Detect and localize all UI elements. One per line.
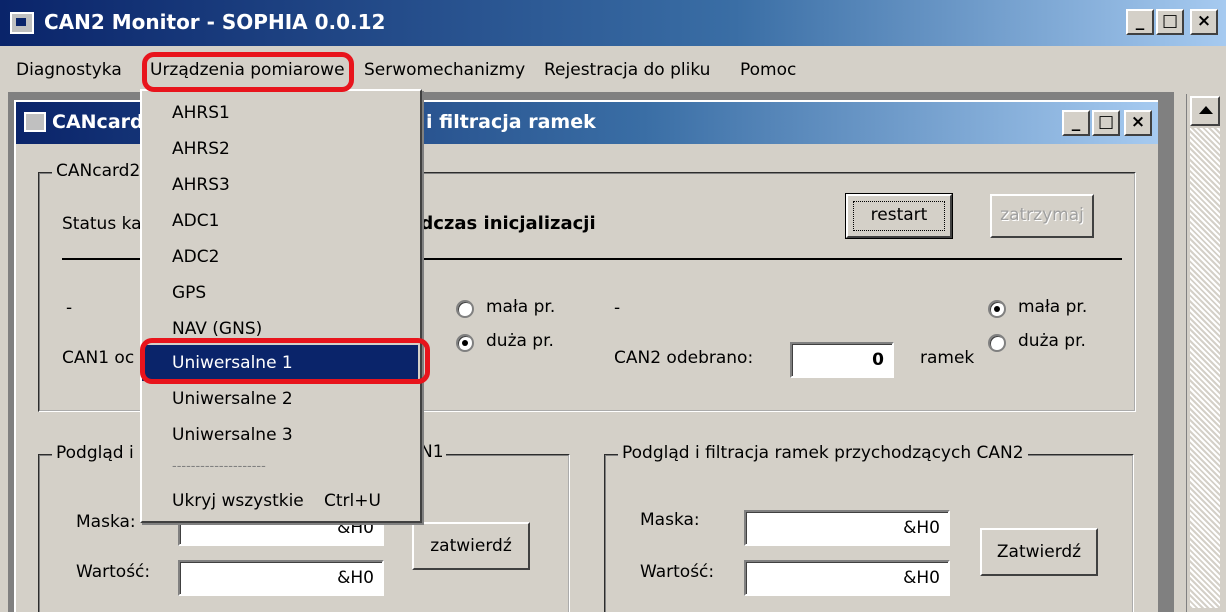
highlight-ring-menu [142,52,354,92]
can2-dash: - [614,298,621,318]
value-input[interactable]: &H0 [178,560,384,596]
child-minimize-button[interactable]: _ [1062,110,1090,136]
menu-item-adc1[interactable]: ADC1 [142,203,418,239]
cancard-group-label: CANcard2 [52,161,145,181]
menu-item-ahrs3[interactable]: AHRS3 [142,167,418,203]
vertical-scrollbar[interactable] [1186,94,1222,612]
confirm-can1-button[interactable]: zatwierdź [412,522,530,570]
can2-radio-large[interactable] [988,334,1006,352]
value2-input[interactable]: &H0 [744,560,950,596]
minimize-button[interactable]: _ [1126,9,1154,35]
value-label: Wartość: [76,562,151,582]
menu-item-hide-all[interactable]: Ukryj wszystkie Ctrl+U [142,483,418,519]
can1-dash: - [66,298,73,318]
window-title: CAN2 Monitor - SOPHIA 0.0.12 [44,10,386,34]
can2-label: CAN2 odebrano: [614,348,754,368]
can2-radio-small-label: mała pr. [1018,297,1088,317]
menu-item-uniwersalne-3[interactable]: Uniwersalne 3 [142,417,418,453]
value2-label: Wartość: [640,562,715,582]
menu-separator: -------------------- [172,459,266,474]
menu-pomoc[interactable]: Pomoc [740,60,796,80]
can2-radio-large-label: duża pr. [1018,331,1086,351]
restart-button[interactable]: restart [845,193,953,239]
menu-diagnostyka[interactable]: Diagnostyka [16,60,122,80]
child-maximize-button[interactable]: □ [1092,110,1120,136]
highlight-ring-item [140,338,430,384]
scroll-track[interactable] [1190,128,1220,608]
can1-radio-large[interactable] [456,334,474,352]
child-title-left: CANcard [52,111,144,133]
hide-all-label: Ukryj wszystkie [172,491,304,511]
maximize-button[interactable]: □ [1156,9,1184,35]
status-label: Status ka [62,214,142,234]
menu-item-gps[interactable]: GPS [142,275,418,311]
mask-label: Maska: [76,512,136,532]
can1-radio-small[interactable] [456,300,474,318]
menu-serwomechanizmy[interactable]: Serwomechanizmy [364,60,525,80]
child-app-icon [24,112,46,132]
can2-filter-group-label: Podgląd i filtracja ramek przychodzących… [618,443,1028,463]
confirm-can2-button[interactable]: Zatwierdź [980,528,1098,576]
status-value: odczas inicjalizacji [408,213,596,234]
can2-count-field[interactable]: 0 [790,342,894,378]
menu-item-uniwersalne-2[interactable]: Uniwersalne 2 [142,381,418,417]
scroll-up-icon[interactable] [1190,96,1220,126]
main-window: CAN2 Monitor - SOPHIA 0.0.12 _ □ × Diagn… [0,0,1226,612]
mask2-input[interactable]: &H0 [744,510,950,546]
can1-filter-group-label: Podgląd i l [52,443,148,463]
menu-item-ahrs2[interactable]: AHRS2 [142,131,418,167]
menu-item-adc2[interactable]: ADC2 [142,239,418,275]
can1-radio-large-label: duża pr. [486,331,554,351]
child-close-button[interactable]: × [1124,110,1152,136]
mask2-label: Maska: [640,510,700,530]
close-button[interactable]: × [1190,9,1218,35]
zatrzymaj-button[interactable]: zatrzymaj [990,194,1094,238]
menu-item-ahrs1[interactable]: AHRS1 [142,95,418,131]
can1-label: CAN1 oc [62,348,135,368]
hide-all-shortcut: Ctrl+U [324,491,381,511]
title-bar[interactable]: CAN2 Monitor - SOPHIA 0.0.12 _ □ × [0,0,1226,46]
app-icon [10,12,34,34]
can1-filter-group-label-tail: N1 [418,442,446,462]
can1-radio-small-label: mała pr. [486,297,556,317]
devices-dropdown-menu: AHRS1 AHRS2 AHRS3 ADC1 ADC2 GPS NAV (GNS… [140,89,422,523]
can2-radio-small[interactable] [988,300,1006,318]
can2-unit: ramek [920,348,975,368]
child-title-right: i filtracja ramek [426,111,596,133]
menu-rejestracja[interactable]: Rejestracja do pliku [544,60,710,80]
